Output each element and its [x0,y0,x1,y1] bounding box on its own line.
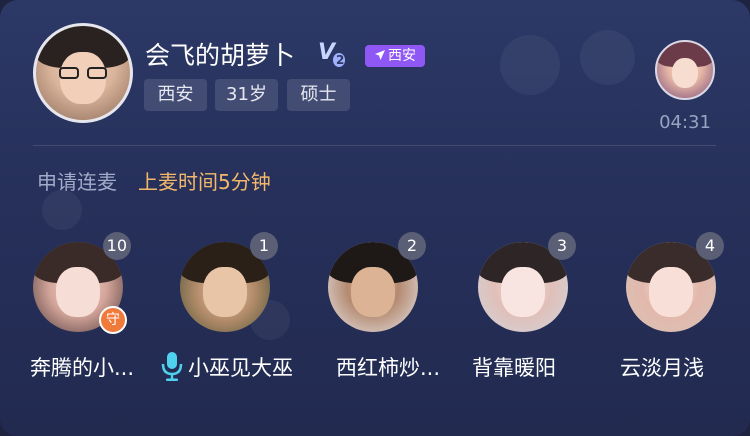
background-decoration [580,30,635,85]
location-badge-text: 西安 [388,48,416,64]
divider [33,145,716,146]
tag-age: 31岁 [215,79,278,111]
vip-level-number: 2 [333,53,346,68]
live-room-panel: 会飞的胡萝卜 V2 西安 西安 31岁 硕士 04:31 申请连麦 上麦时间5分… [0,0,750,436]
queue-name: 云淡月浅 [620,356,704,380]
host-avatar[interactable] [33,23,133,123]
queue-name: 奔腾的小... [30,356,135,380]
queue-number-badge: 10 [102,232,131,260]
queue-seat[interactable]: 4 [626,232,724,332]
background-decoration [500,35,560,95]
queue-number-badge: 3 [548,232,576,260]
queue-seat[interactable]: 1 [180,232,278,332]
apply-connect-label: 申请连麦 [37,170,117,194]
location-badge: 西安 [365,45,425,67]
connected-guest-avatar[interactable] [655,40,715,100]
background-decoration [42,190,82,230]
queue-number-badge: 2 [398,232,426,260]
host-name: 会飞的胡萝卜 [145,41,296,70]
tag-education: 硕士 [287,79,350,111]
vip-level-badge-icon: V2 [318,40,358,68]
vip-letter: V [318,40,335,65]
queue-number-badge: 4 [696,232,724,260]
queue-number-badge: 1 [250,232,278,260]
queue-name: 背靠暖阳 [472,356,556,380]
tag-city: 西安 [144,79,207,111]
queue-seat[interactable]: 3 [478,232,576,332]
on-mic-time-text: 上麦时间5分钟 [138,170,271,194]
mic-speaking-icon [161,352,183,381]
queue-name: 小巫见大巫 [188,356,293,380]
queue-seat[interactable]: 10 守 [33,232,131,334]
queue-seat[interactable]: 2 [328,232,426,332]
location-arrow-icon [375,50,385,60]
queue-name: 西红柿炒... [336,356,441,380]
connection-timer: 04:31 [659,112,711,133]
guard-badge-icon: 守 [99,306,127,334]
